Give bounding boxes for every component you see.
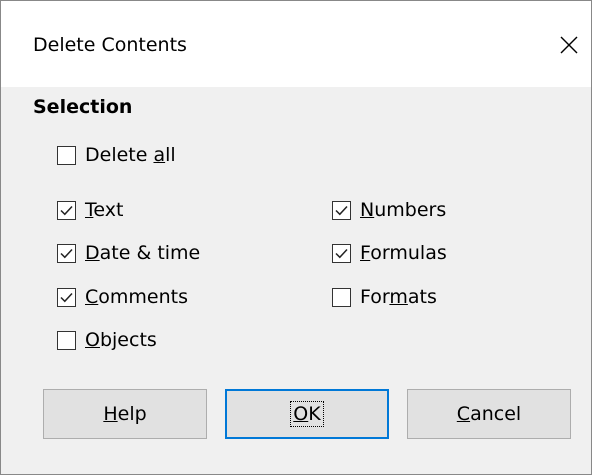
ok-button[interactable]: OK — [225, 389, 389, 439]
comments-checkbox[interactable]: Comments — [57, 285, 188, 309]
delete-all-checkbox-box[interactable] — [57, 145, 76, 165]
text-checkbox-box[interactable] — [57, 200, 76, 220]
ok-button-label: OK — [290, 401, 324, 427]
date-time-checkbox[interactable]: Date & time — [57, 241, 200, 265]
checkmark-icon — [335, 205, 348, 215]
dialog-title: Delete Contents — [33, 34, 187, 56]
objects-checkbox[interactable]: Objects — [57, 328, 157, 352]
checkmark-icon — [60, 248, 73, 258]
numbers-checkbox[interactable]: Numbers — [332, 198, 446, 222]
formulas-checkbox-box[interactable] — [332, 243, 351, 263]
checkmark-icon — [60, 292, 73, 302]
checkmark-icon — [60, 205, 73, 215]
text-label: Text — [85, 199, 124, 221]
date-time-checkbox-box[interactable] — [57, 243, 76, 263]
help-button-label: Help — [103, 403, 147, 425]
formulas-checkbox[interactable]: Formulas — [332, 241, 447, 265]
checkmark-icon — [335, 248, 348, 258]
dialog-content: Selection Delete all Text Date & time Co… — [1, 87, 591, 474]
formats-checkbox-box[interactable] — [332, 287, 351, 307]
help-button[interactable]: Help — [43, 389, 207, 439]
numbers-label: Numbers — [360, 199, 447, 221]
delete-all-label: Delete all — [85, 144, 176, 166]
formats-checkbox[interactable]: Formats — [332, 285, 437, 309]
comments-label: Comments — [85, 286, 189, 308]
close-icon — [560, 36, 578, 54]
objects-checkbox-box[interactable] — [57, 330, 76, 350]
date-time-label: Date & time — [85, 242, 201, 264]
cancel-button[interactable]: Cancel — [407, 389, 571, 439]
formats-label: Formats — [360, 286, 437, 308]
delete-contents-dialog: Delete Contents Selection Delete all Tex… — [0, 0, 592, 475]
formulas-label: Formulas — [360, 242, 447, 264]
comments-checkbox-box[interactable] — [57, 287, 76, 307]
cancel-button-label: Cancel — [456, 403, 522, 425]
numbers-checkbox-box[interactable] — [332, 200, 351, 220]
text-checkbox[interactable]: Text — [57, 198, 123, 222]
dialog-titlebar: Delete Contents — [1, 1, 591, 87]
selection-section-title: Selection — [33, 96, 133, 118]
delete-all-checkbox[interactable]: Delete all — [57, 143, 176, 167]
close-button[interactable] — [549, 25, 589, 65]
objects-label: Objects — [85, 329, 157, 351]
